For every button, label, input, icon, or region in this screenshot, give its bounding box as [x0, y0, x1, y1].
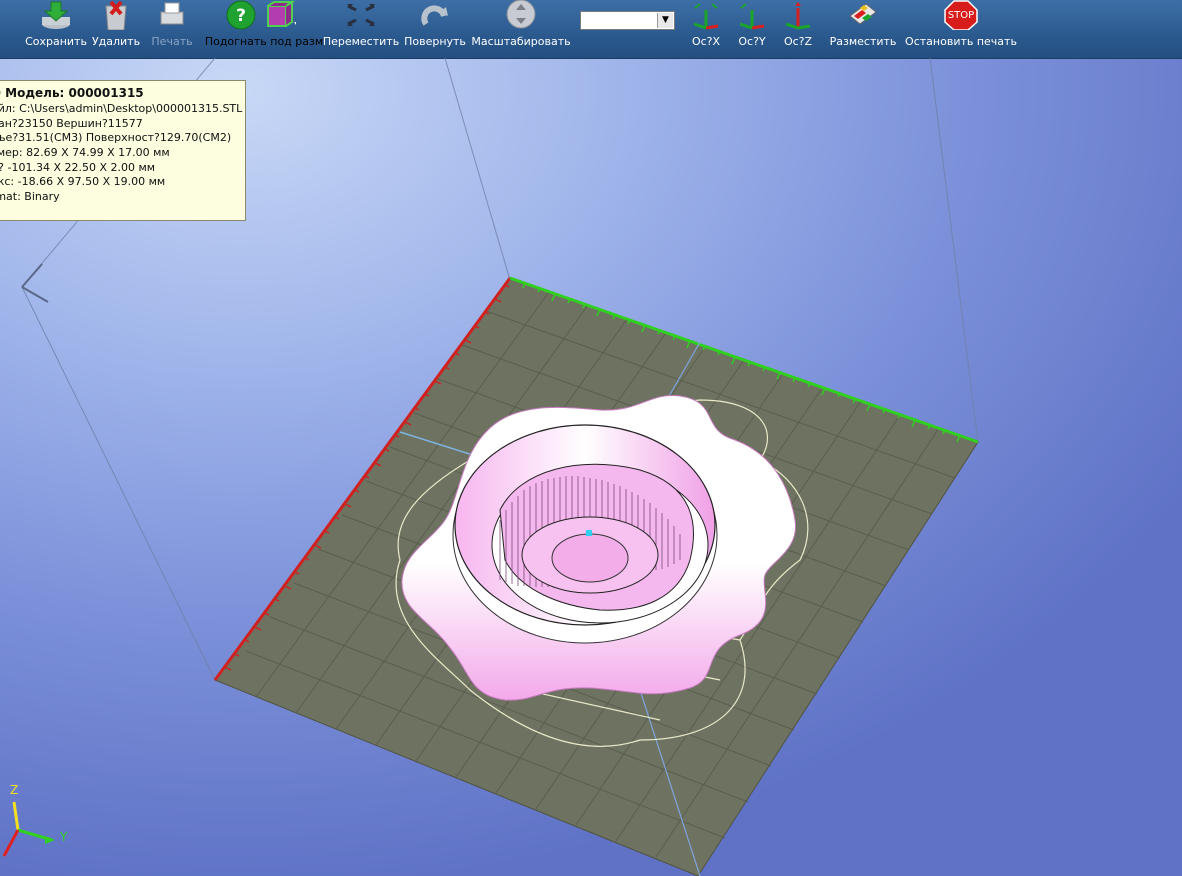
mirror-y-label: Ос?Y	[738, 35, 766, 48]
stop-icon-text: STOP	[948, 10, 974, 21]
axis-y-icon	[739, 3, 765, 30]
print-icon	[160, 2, 184, 25]
delete-icon	[105, 0, 127, 30]
fit-size-button[interactable]: ? Подогнать под разм	[204, 0, 323, 56]
model-info-format: rmat: Binary	[0, 190, 60, 204]
rotate-icon	[421, 5, 448, 26]
save-icon	[42, 1, 70, 29]
chevron-down-icon[interactable]: ▼	[657, 13, 673, 28]
stop-icon: STOP	[944, 0, 978, 30]
fit-box-icon	[267, 0, 296, 27]
open-button[interactable]: ть	[0, 0, 20, 56]
print-label: Печать	[151, 35, 193, 48]
main-toolbar: ть Сохранить Удалить Печать ?	[0, 0, 1182, 59]
gizmo-z-label: Z	[10, 783, 19, 797]
model-info-max: акс: -18.66 X 97.50 X 19.00 мм	[0, 175, 166, 189]
gizmo-y-label: Y	[60, 830, 68, 844]
svg-text:?: ?	[236, 6, 246, 26]
arrange-icon	[849, 3, 877, 25]
model-info-file: айл: C:\Users\admin\Desktop\000001315.ST…	[0, 102, 243, 115]
model-info-min: и? -101.34 X 22.50 X 2.00 мм	[0, 160, 156, 174]
model-info-size: змер: 82.69 X 74.99 X 17.00 мм	[0, 146, 170, 160]
axis-z-icon	[785, 2, 811, 30]
mirror-z-label: Ос?Z	[783, 35, 813, 48]
move-label: Переместить	[322, 35, 400, 48]
save-button[interactable]: Сохранить	[24, 0, 88, 56]
stop-print-label: Остановить печать	[905, 35, 1017, 48]
save-label: Сохранить	[25, 35, 87, 48]
arrange-label: Разместить	[829, 35, 897, 48]
arrange-button[interactable]: Разместить	[828, 0, 898, 56]
mirror-z-button[interactable]: Ос?Z	[778, 0, 818, 56]
axis-gizmo	[2, 801, 55, 857]
delete-label: Удалить	[91, 35, 141, 48]
axis-x-icon	[693, 3, 719, 30]
profile-select[interactable]: ▼	[580, 11, 675, 30]
model-info-title: D Модель: 000001315	[0, 86, 144, 100]
delete-button[interactable]: Удалить	[92, 0, 140, 56]
rotate-label: Повернуть	[404, 35, 466, 48]
view-corner-marker	[21, 263, 49, 303]
mirror-x-label: Ос?X	[691, 35, 721, 48]
model-center-marker	[586, 530, 592, 536]
scale-icon	[506, 0, 536, 29]
help-icon: ?	[226, 0, 256, 30]
print-button[interactable]: Печать	[150, 0, 194, 56]
scale-button[interactable]: Масштабировать	[470, 0, 572, 56]
move-button[interactable]: Переместить	[322, 0, 400, 56]
move-icon	[347, 4, 375, 26]
rotate-button[interactable]: Повернуть	[404, 0, 466, 56]
model-info-volume: бъе?31.51(СМ3) Поверхност?129.70(СМ2)	[0, 131, 232, 145]
mirror-y-button[interactable]: Ос?Y	[732, 0, 772, 56]
scale-label: Масштабировать	[471, 35, 571, 48]
fit-size-label: Подогнать под разм	[204, 35, 324, 48]
model-info-faces: ран?23150 Вершин?11577	[0, 116, 143, 130]
model-info-panel: D Модель: 000001315 айл: C:\Users\admin\…	[0, 80, 246, 221]
stop-print-button[interactable]: STOP Остановить печать	[905, 0, 1017, 56]
mirror-x-button[interactable]: Ос?X	[686, 0, 726, 56]
